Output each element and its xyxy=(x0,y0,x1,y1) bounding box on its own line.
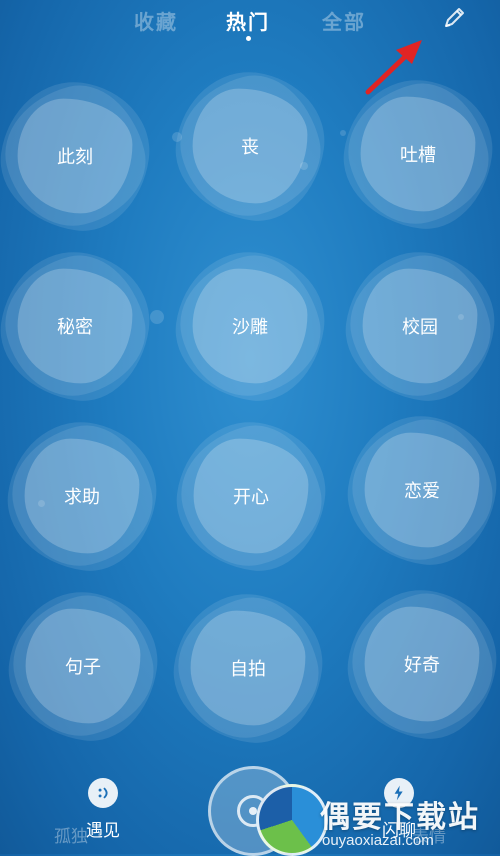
active-tab-indicator xyxy=(246,36,251,41)
smile-icon xyxy=(88,778,118,808)
watermark-url: ouyaoxiazai.com xyxy=(322,832,434,849)
topic-bubble[interactable]: 恋爱 xyxy=(338,406,500,574)
topic-bubble[interactable]: 吐槽 xyxy=(334,70,500,238)
topic-label: 好奇 xyxy=(404,655,440,676)
topic-bubble[interactable]: 求助 xyxy=(0,412,166,580)
topic-bubble[interactable]: 好奇 xyxy=(338,580,500,748)
topic-label: 开心 xyxy=(233,487,269,508)
topic-bubble[interactable]: 秘密 xyxy=(0,242,159,410)
topic-bubble[interactable]: 句子 xyxy=(0,582,167,750)
topic-bubble[interactable]: 开心 xyxy=(167,412,335,580)
tab-favorites[interactable]: 收藏 xyxy=(134,6,178,35)
topic-bubble[interactable]: 沙雕 xyxy=(166,242,334,410)
topic-label: 求助 xyxy=(64,487,100,508)
topic-grid: 此刻 丧 吐槽 秘密 沙雕 校园 求助 开心 恋爱 句子 自拍 好奇 xyxy=(0,62,500,770)
topic-label: 丧 xyxy=(241,137,259,158)
watermark: 偶要下载站 ouyaoxiazai.com xyxy=(250,770,500,856)
topic-label: 吐槽 xyxy=(400,145,436,166)
nav-meet[interactable]: 遇见 xyxy=(78,778,128,841)
nav-meet-label: 遇见 xyxy=(86,821,120,841)
tab-all[interactable]: 全部 xyxy=(322,6,366,35)
topic-label: 校园 xyxy=(402,317,438,338)
watermark-logo xyxy=(256,784,328,856)
topic-label: 秘密 xyxy=(57,317,93,338)
watermark-title: 偶要下载站 xyxy=(320,800,480,835)
topic-label: 恋爱 xyxy=(404,481,440,502)
topic-label: 此刻 xyxy=(57,147,93,168)
topic-bubble[interactable]: 此刻 xyxy=(0,72,159,240)
topic-label: 句子 xyxy=(65,657,101,678)
topic-bubble[interactable]: 自拍 xyxy=(164,584,332,752)
topic-bubble[interactable]: 丧 xyxy=(166,62,334,230)
topic-label: 自拍 xyxy=(230,659,266,680)
topic-label: 沙雕 xyxy=(232,317,268,338)
topic-bubble[interactable]: 校园 xyxy=(336,242,500,410)
pencil-icon[interactable] xyxy=(440,4,468,32)
tab-hot[interactable]: 热门 xyxy=(226,6,270,35)
